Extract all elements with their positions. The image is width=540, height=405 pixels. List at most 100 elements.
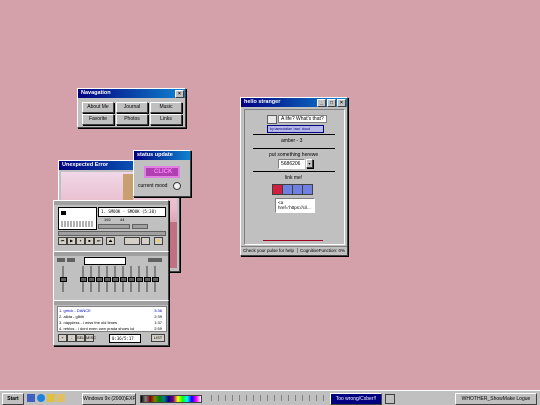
- hello-titlebar[interactable]: hello stranger _ □ ×: [241, 98, 347, 107]
- code-textarea[interactable]: <a href='https://cil...: [275, 198, 315, 213]
- track-num: 4.: [59, 326, 63, 331]
- playlist-remove-button[interactable]: -: [67, 334, 76, 342]
- balance-slider[interactable]: [132, 224, 148, 229]
- about-me-button[interactable]: About Me: [82, 102, 114, 113]
- pause-button[interactable]: ⏸: [76, 237, 85, 245]
- playlist-add-button[interactable]: +: [58, 334, 67, 342]
- palette-toolbar[interactable]: [140, 395, 202, 403]
- browser-icon[interactable]: [37, 394, 45, 402]
- hello-title: hello stranger: [244, 99, 281, 105]
- task-other-button[interactable]: WHOTHER_ShowMake Logue: [455, 393, 537, 405]
- media-icon[interactable]: [385, 394, 395, 404]
- journal-button[interactable]: Journal: [116, 102, 148, 113]
- eq-preamp-slider[interactable]: [60, 266, 67, 292]
- track-title: alida - glitth: [63, 314, 84, 319]
- tray-toolbar[interactable]: [205, 395, 325, 401]
- playlist-list-button[interactable]: LIST: [151, 334, 165, 342]
- stop-button[interactable]: ■: [85, 237, 94, 245]
- counter-field[interactable]: 5686206: [278, 159, 305, 169]
- task-song-button[interactable]: Too wrong/Cxber!!: [330, 393, 382, 405]
- track-time: 2:59: [154, 326, 162, 331]
- favorite-button[interactable]: Favorite: [82, 114, 114, 125]
- track-num: 3.: [59, 320, 63, 325]
- winamp-player: 1. SMOOK - SMOOK (5:38) 192 44 ⏮ ▶ ⏸ ■ ⏭…: [53, 200, 169, 252]
- playlist-item[interactable]: 3. nappiess - i miss the old times 1:37: [59, 320, 164, 325]
- playlist-time: 0:36/5:17: [109, 334, 141, 343]
- next-button[interactable]: ⏭: [94, 237, 103, 245]
- playlist-item[interactable]: 2. alida - glitth 2:39: [59, 314, 164, 319]
- taskbar: Start Windows 9x (2000)EXP Too wrong/Cxb…: [0, 390, 540, 405]
- navigation-titlebar[interactable]: Navagation ×: [78, 89, 185, 98]
- eq-band-6-slider[interactable]: [120, 266, 127, 292]
- eq-band-7-slider[interactable]: [128, 266, 135, 292]
- playlist-area: 1. grrick - DANCE 3:36 2. alida - glitth…: [57, 306, 167, 332]
- divider: [253, 171, 335, 172]
- click-button[interactable]: CLICK: [144, 166, 180, 178]
- minimize-icon[interactable]: _: [317, 99, 326, 107]
- track-time: 1:37: [154, 320, 162, 325]
- track-title: grrick - DANCE: [63, 308, 91, 313]
- playlist-select-button[interactable]: SEL: [76, 334, 85, 342]
- mood-label: current mood: [138, 183, 168, 189]
- winamp-visualizer: [58, 207, 97, 230]
- task-other-label: WHOTHER_ShowMake Logue: [461, 396, 531, 402]
- status-left: Check your pulse for help: [243, 248, 295, 253]
- photos-button[interactable]: Photos: [116, 114, 148, 125]
- eq-band-4-slider[interactable]: [104, 266, 111, 292]
- task-window-button[interactable]: Windows 9x (2000)EXP: [82, 393, 136, 405]
- track-time: 3:36: [154, 308, 162, 313]
- eq-band-3-slider[interactable]: [96, 266, 103, 292]
- music-button[interactable]: Music: [150, 102, 182, 113]
- volume-slider[interactable]: [98, 224, 130, 229]
- status-titlebar[interactable]: status update: [134, 151, 190, 160]
- winamp-playlist: 1. grrick - DANCE 3:36 2. alida - glitth…: [53, 300, 169, 346]
- eq-auto-toggle[interactable]: [67, 258, 75, 262]
- track-time: 2:39: [154, 314, 162, 319]
- shuffle-button[interactable]: [124, 237, 140, 245]
- eq-band-8-slider[interactable]: [136, 266, 143, 292]
- playlist-item[interactable]: 4. rebios - i dont even own prada shoes …: [59, 326, 164, 331]
- playlist-misc-button[interactable]: MISC: [85, 334, 96, 342]
- eq-band-2-slider[interactable]: [88, 266, 95, 292]
- seek-bar[interactable]: [58, 231, 166, 236]
- counter-spin-button[interactable]: ▾: [306, 159, 313, 168]
- mail-icon[interactable]: [47, 394, 55, 402]
- eq-on-toggle[interactable]: [57, 258, 65, 262]
- repeat-button[interactable]: [141, 237, 150, 245]
- links-button[interactable]: Links: [150, 114, 182, 125]
- track-num: 1.: [59, 308, 63, 313]
- eq-band-1-slider[interactable]: [80, 266, 87, 292]
- track-title: nappiess - i miss the old times: [63, 320, 118, 325]
- divider: [253, 148, 335, 149]
- task-song-label: Too wrong/Cxber!!: [335, 396, 377, 402]
- progress-bar: [263, 240, 323, 241]
- status-update-window: status update CLICK current mood: [133, 150, 191, 197]
- winamp-logo-icon: ⚡: [154, 237, 163, 245]
- desktop-icon[interactable]: [27, 394, 35, 402]
- eq-band-9-slider[interactable]: [144, 266, 151, 292]
- code-line-2: href='https://cil...: [278, 205, 311, 210]
- eq-titlebar[interactable]: [54, 252, 168, 256]
- playlist-item[interactable]: 1. grrick - DANCE 3:36: [59, 308, 164, 313]
- winamp-titlebar[interactable]: [54, 201, 168, 205]
- eject-button[interactable]: ⏏: [106, 237, 115, 245]
- eq-band-5-slider[interactable]: [112, 266, 119, 292]
- hello-stranger-window: hello stranger _ □ × A life? What's that…: [240, 97, 348, 256]
- close-icon[interactable]: ×: [337, 99, 346, 107]
- playlist-titlebar[interactable]: [54, 301, 168, 305]
- start-label: Start: [7, 396, 19, 402]
- maximize-icon[interactable]: □: [327, 99, 336, 107]
- play-button[interactable]: ▶: [67, 237, 76, 245]
- close-icon[interactable]: ×: [175, 90, 184, 98]
- folder-icon[interactable]: [57, 394, 65, 402]
- eq-graph: [84, 257, 126, 265]
- status-right: CognitiveFunction: 0%: [297, 248, 345, 253]
- navigation-window: Navagation × About Me Journal Music Favo…: [77, 88, 186, 128]
- track-title: rebios - i dont even own prada shoes lol: [63, 326, 135, 331]
- start-button[interactable]: Start: [2, 393, 24, 405]
- eq-presets-button[interactable]: [148, 258, 162, 262]
- prev-button[interactable]: ⏮: [58, 237, 67, 245]
- eq-band-10-slider[interactable]: [152, 266, 159, 292]
- winamp-equalizer: [53, 251, 169, 301]
- link-button-4-icon[interactable]: [302, 184, 313, 195]
